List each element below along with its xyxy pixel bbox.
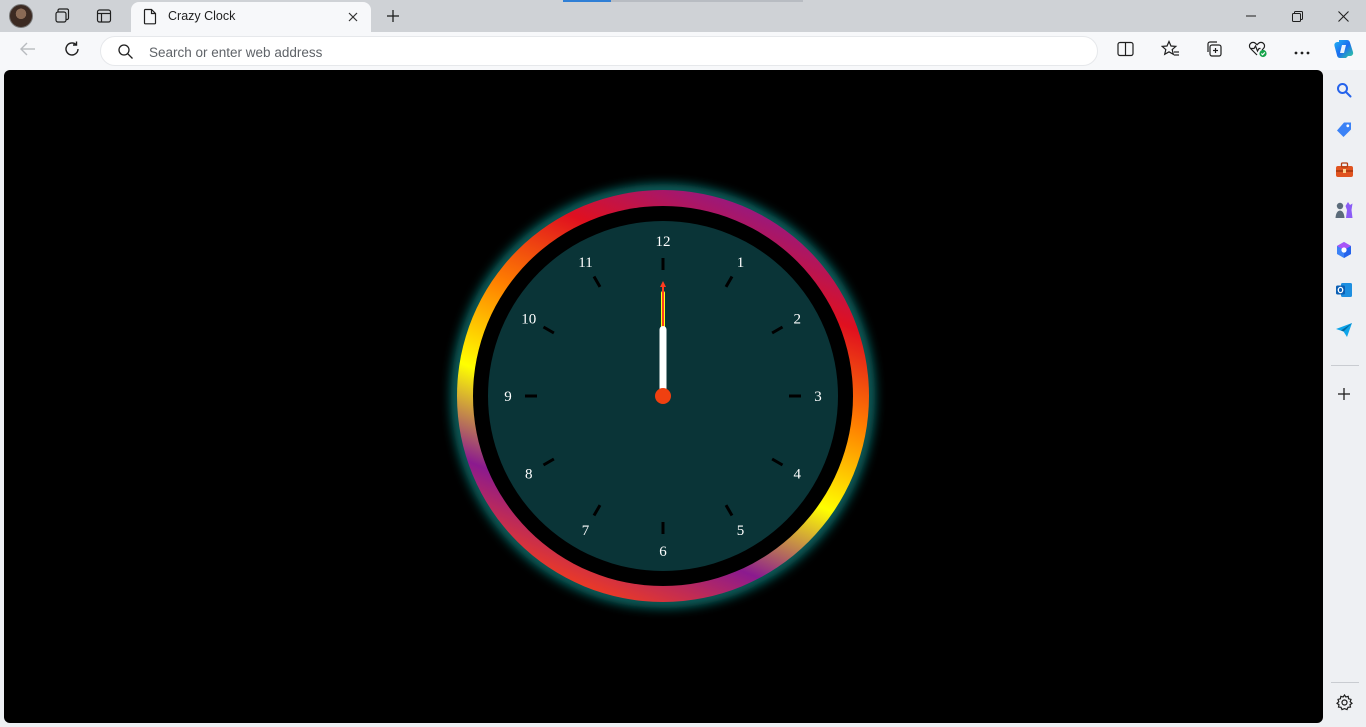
sidebar-add-button[interactable] bbox=[1330, 382, 1358, 410]
sidebar-send-button[interactable] bbox=[1330, 318, 1358, 346]
browser-essentials-button[interactable] bbox=[1243, 36, 1273, 66]
sidebar-shopping-button[interactable] bbox=[1330, 118, 1358, 146]
copilot-button[interactable] bbox=[1329, 36, 1359, 66]
minimize-button[interactable] bbox=[1228, 0, 1274, 32]
split-screen-icon bbox=[1116, 41, 1134, 62]
split-screen-button[interactable] bbox=[1110, 36, 1140, 66]
sidebar-divider-bottom bbox=[1331, 682, 1359, 683]
tab-actions-icon[interactable] bbox=[90, 4, 118, 28]
sidebar-search-button[interactable] bbox=[1330, 78, 1358, 106]
crazy-clock: 12 1 2 3 4 5 6 7 8 9 10 11 bbox=[454, 187, 872, 605]
close-window-button[interactable] bbox=[1320, 0, 1366, 32]
favorites-icon bbox=[1160, 39, 1180, 63]
drag-region-indicator-track bbox=[611, 0, 803, 2]
clock-numeral-8: 8 bbox=[525, 467, 533, 483]
clock-numeral-7: 7 bbox=[582, 523, 590, 539]
profile-avatar[interactable] bbox=[9, 4, 33, 28]
clock-numeral-6: 6 bbox=[659, 544, 667, 560]
browser-window: Crazy Clock Search or enter web address … bbox=[0, 0, 1366, 727]
more-icon bbox=[1294, 42, 1310, 60]
clock-center-dot bbox=[655, 388, 671, 404]
search-icon bbox=[1336, 82, 1352, 103]
address-input[interactable] bbox=[149, 41, 1049, 63]
workspaces-icon[interactable] bbox=[48, 4, 76, 28]
sidebar-tools-button[interactable] bbox=[1330, 158, 1358, 186]
sidebar-divider bbox=[1331, 365, 1359, 366]
toolbox-icon bbox=[1335, 161, 1354, 183]
clock-numeral-5: 5 bbox=[737, 523, 745, 539]
favorites-button[interactable] bbox=[1155, 36, 1185, 66]
tab-crazy-clock[interactable]: Crazy Clock bbox=[131, 2, 371, 32]
clock-numeral-10: 10 bbox=[521, 312, 536, 328]
paper-plane-icon bbox=[1335, 322, 1353, 343]
edge-sidebar bbox=[1323, 70, 1366, 727]
clock-numeral-9: 9 bbox=[504, 389, 512, 405]
navigation-toolbar bbox=[0, 32, 1366, 70]
tab-close-button[interactable] bbox=[343, 7, 363, 27]
chess-pieces-icon bbox=[1334, 201, 1354, 224]
back-button[interactable] bbox=[13, 36, 43, 66]
browser-essentials-icon bbox=[1248, 40, 1268, 63]
new-tab-button[interactable] bbox=[381, 4, 405, 28]
clock-numeral-1: 1 bbox=[737, 255, 745, 271]
collections-icon bbox=[1205, 40, 1223, 63]
web-content: 12 1 2 3 4 5 6 7 8 9 10 11 bbox=[4, 70, 1323, 723]
more-button[interactable] bbox=[1287, 36, 1317, 66]
tab-title: Crazy Clock bbox=[168, 9, 236, 23]
address-bar[interactable] bbox=[100, 36, 1098, 66]
microsoft-365-icon bbox=[1335, 241, 1353, 264]
clock-numeral-11: 11 bbox=[578, 255, 592, 271]
plus-icon bbox=[1337, 387, 1351, 406]
page-icon bbox=[143, 8, 157, 30]
clock-graphic: 121234567891011 bbox=[454, 187, 872, 605]
sidebar-m365-button[interactable] bbox=[1330, 238, 1358, 266]
sidebar-settings-button[interactable] bbox=[1330, 691, 1358, 719]
gear-icon bbox=[1335, 693, 1353, 716]
outlook-icon bbox=[1335, 281, 1353, 304]
back-arrow-icon bbox=[19, 40, 37, 63]
price-tag-icon bbox=[1335, 121, 1353, 144]
restore-button[interactable] bbox=[1274, 0, 1320, 32]
sidebar-games-button[interactable] bbox=[1330, 198, 1358, 226]
drag-region-indicator bbox=[563, 0, 611, 2]
clock-numeral-4: 4 bbox=[793, 467, 801, 483]
hour-hand bbox=[659, 326, 667, 396]
collections-button[interactable] bbox=[1199, 36, 1229, 66]
copilot-icon bbox=[1332, 37, 1356, 66]
tab-strip: Crazy Clock bbox=[0, 0, 1366, 32]
clock-numeral-3: 3 bbox=[814, 389, 822, 405]
search-icon bbox=[117, 43, 134, 65]
clock-numeral-2: 2 bbox=[793, 312, 801, 328]
refresh-button[interactable] bbox=[57, 36, 87, 66]
clock-numeral-12: 12 bbox=[656, 234, 671, 250]
refresh-icon bbox=[63, 40, 81, 63]
sidebar-outlook-button[interactable] bbox=[1330, 278, 1358, 306]
